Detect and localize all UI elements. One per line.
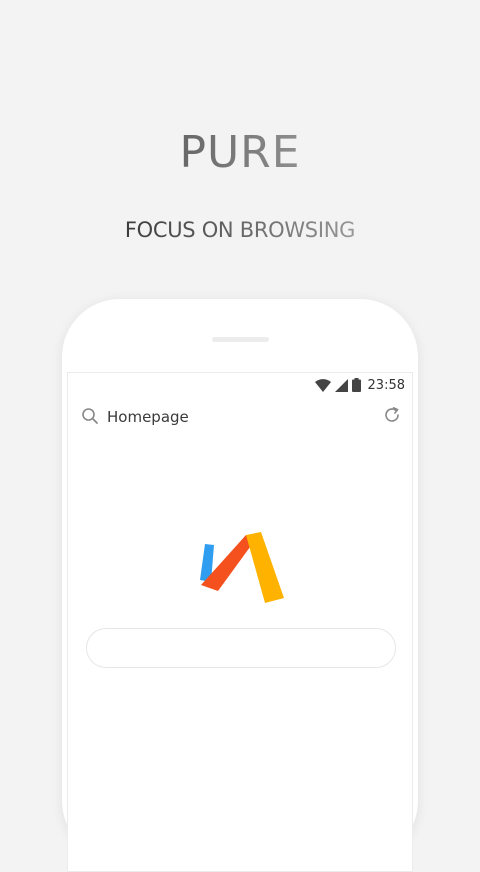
via-logo [199, 530, 285, 608]
status-bar: 23:58 [314, 375, 405, 395]
battery-icon [351, 378, 361, 392]
wifi-icon [314, 378, 331, 392]
tagline: FOCUS ON BROWSING [0, 215, 480, 245]
reload-icon[interactable] [383, 406, 401, 428]
phone-screen: 23:58 Homepage [67, 372, 413, 872]
address-bar[interactable]: Homepage [81, 403, 401, 431]
signal-icon [334, 378, 348, 392]
status-time: 23:58 [367, 377, 405, 393]
search-icon[interactable] [81, 407, 99, 429]
search-input[interactable] [86, 628, 396, 668]
address-text[interactable]: Homepage [107, 407, 189, 427]
headline: PURE [0, 123, 480, 183]
phone-mockup: 23:58 Homepage [62, 299, 418, 872]
phone-speaker [212, 337, 269, 342]
